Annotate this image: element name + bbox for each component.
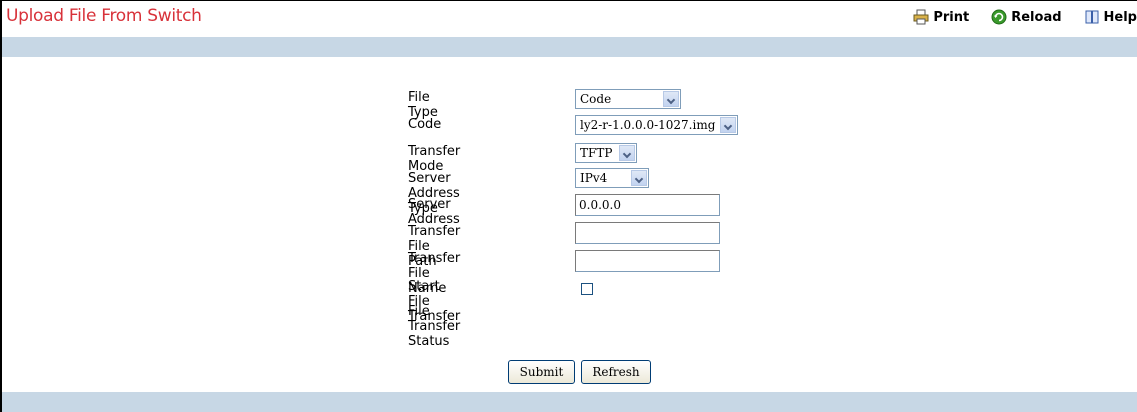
file-type-label: File Type <box>408 90 438 120</box>
transfer-mode-select[interactable]: TFTP <box>575 143 637 163</box>
reload-button[interactable]: Reload <box>991 9 1062 25</box>
server-address-type-select[interactable]: IPv4 <box>575 168 649 188</box>
code-select[interactable]: ly2-r-1.0.0.0-1027.img <box>575 115 738 135</box>
help-button[interactable]: Help <box>1084 9 1137 25</box>
code-label: Code <box>408 117 442 132</box>
file-type-value: Code <box>580 92 612 106</box>
file-transfer-status-label: File Transfer Status <box>408 304 461 349</box>
print-button[interactable]: Print <box>913 9 969 25</box>
chevron-down-icon <box>720 117 736 133</box>
page-frame <box>0 0 1137 412</box>
transfer-mode-value: TFTP <box>580 146 613 160</box>
book-icon <box>1085 10 1099 24</box>
help-label: Help <box>1103 9 1137 25</box>
chevron-down-icon <box>663 91 679 107</box>
submit-button[interactable]: Submit <box>508 360 575 384</box>
transfer-file-path-input[interactable] <box>575 222 720 244</box>
code-value: ly2-r-1.0.0.0-1027.img <box>580 118 716 132</box>
chevron-down-icon <box>631 170 647 186</box>
reload-label: Reload <box>1011 9 1062 25</box>
reload-icon <box>991 9 1007 25</box>
server-address-value: 0.0.0.0 <box>579 198 621 212</box>
file-type-select[interactable]: Code <box>575 89 681 109</box>
server-address-input[interactable]: 0.0.0.0 <box>575 194 720 216</box>
page-title: Upload File From Switch <box>6 6 202 26</box>
printer-icon <box>913 9 929 25</box>
toolbar: Print Reload Help <box>891 8 1137 26</box>
header-band <box>2 37 1137 57</box>
transfer-file-name-input[interactable] <box>575 250 720 272</box>
server-address-type-value: IPv4 <box>580 171 608 185</box>
transfer-mode-label: Transfer Mode <box>408 144 461 174</box>
print-label: Print <box>933 9 970 25</box>
server-address-label: Server Address <box>408 197 460 227</box>
refresh-button[interactable]: Refresh <box>581 360 651 384</box>
footer-band <box>2 392 1137 412</box>
start-file-transfer-checkbox[interactable] <box>581 283 593 295</box>
chevron-down-icon <box>619 145 635 161</box>
